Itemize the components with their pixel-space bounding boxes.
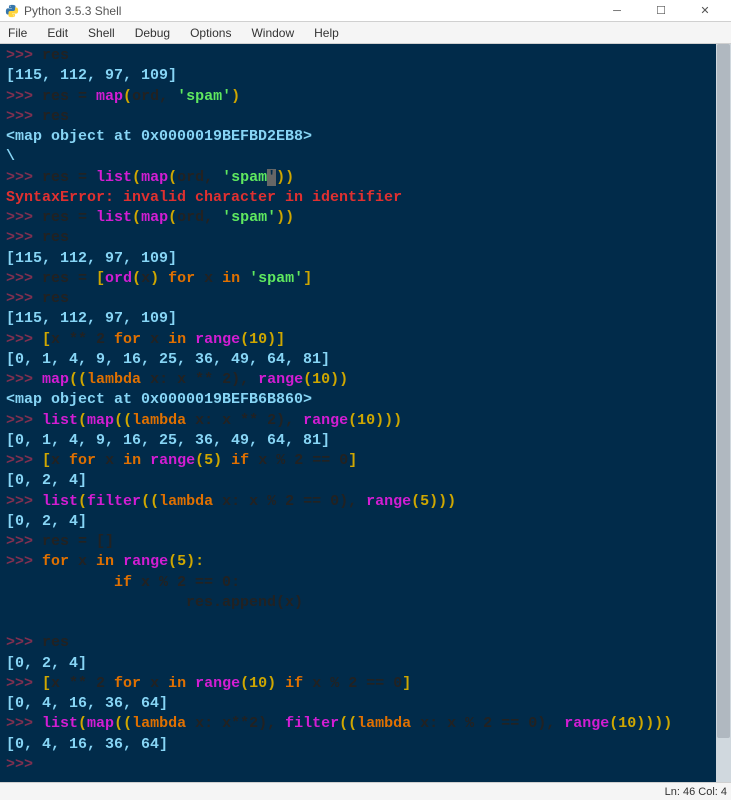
menu-help[interactable]: Help	[310, 24, 343, 42]
menu-debug[interactable]: Debug	[131, 24, 174, 42]
statusbar: Ln: 46 Col: 4	[0, 782, 731, 800]
menu-edit[interactable]: Edit	[43, 24, 72, 42]
window-title: Python 3.5.3 Shell	[24, 4, 595, 18]
menu-window[interactable]: Window	[247, 24, 298, 42]
maximize-button[interactable]: ☐	[639, 0, 683, 22]
close-button[interactable]: ✕	[683, 0, 727, 22]
menu-file[interactable]: File	[4, 24, 31, 42]
menu-options[interactable]: Options	[186, 24, 235, 42]
minimize-button[interactable]: ─	[595, 0, 639, 22]
window-controls: ─ ☐ ✕	[595, 0, 727, 22]
cursor-position: Ln: 46 Col: 4	[665, 786, 727, 798]
shell-editor[interactable]: >>> res [115, 112, 97, 109] >>> res = ma…	[0, 44, 731, 782]
titlebar: Python 3.5.3 Shell ─ ☐ ✕	[0, 0, 731, 22]
python-icon	[4, 3, 20, 19]
menu-shell[interactable]: Shell	[84, 24, 119, 42]
scrollbar-thumb[interactable]	[717, 44, 730, 738]
menubar: File Edit Shell Debug Options Window Hel…	[0, 22, 731, 44]
scrollbar[interactable]	[716, 44, 731, 782]
